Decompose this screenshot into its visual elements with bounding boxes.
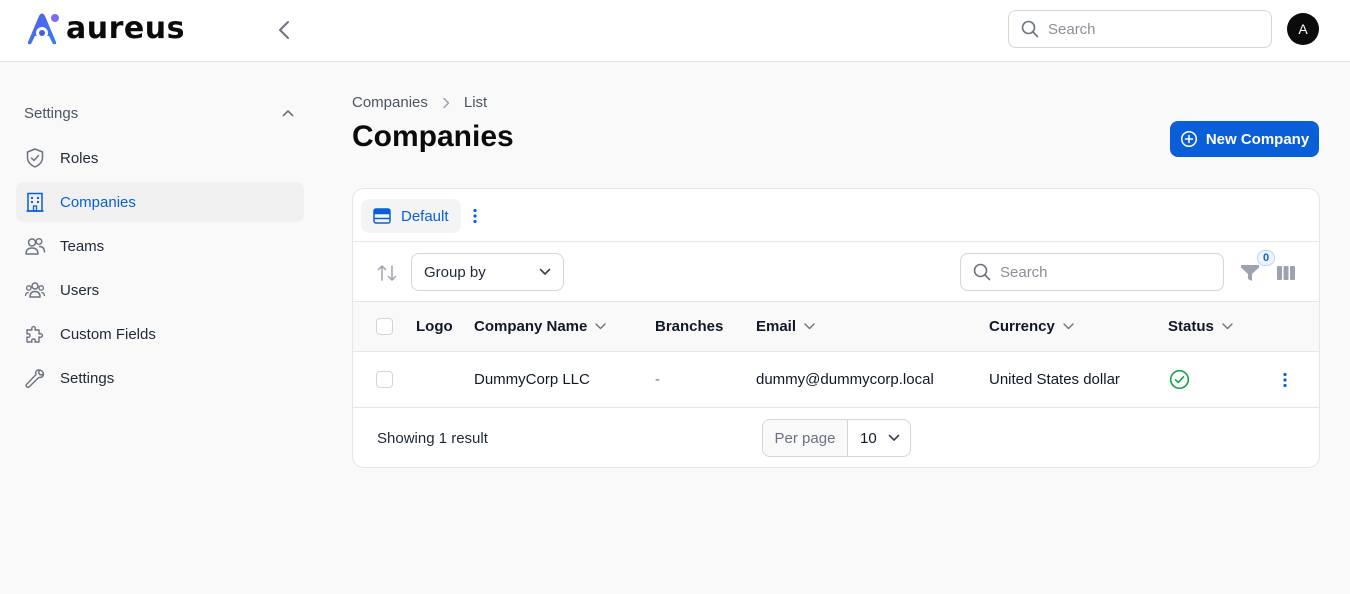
wrench-icon [24,367,46,389]
search-icon [1021,20,1039,38]
status-cell [1169,352,1190,407]
tab-default-label: Default [401,207,449,225]
filter-icon[interactable] [1239,262,1261,284]
chevron-right-icon [442,97,450,109]
row-actions-cell [1275,352,1295,407]
per-page-control: Per page 10 [762,419,911,457]
check-circle-icon [1169,369,1190,390]
row-select-cell [376,352,393,407]
companies-table-card: Default Group by 0 Logo Company Name [352,188,1320,468]
new-company-button[interactable]: New Company [1170,121,1319,157]
table-header: Logo Company Name Branches Email Currenc… [353,302,1319,352]
column-header-email[interactable]: Email [756,302,815,351]
filter-count-badge: 0 [1257,250,1275,266]
user-group-icon [24,279,46,301]
shield-check-icon [24,147,46,169]
table-view-icon [373,208,391,224]
chevron-down-icon [1063,323,1074,330]
column-header-currency[interactable]: Currency [989,302,1074,351]
app-logo[interactable]: aureus [24,12,185,46]
sort-arrows-icon[interactable] [375,261,399,285]
app-name: aureus [66,11,185,46]
column-header-status[interactable]: Status [1168,302,1233,351]
sidebar-item-label: Settings [60,369,115,387]
group-by-select[interactable]: Group by [411,253,564,291]
dots-vertical-icon [1283,372,1287,387]
building-icon [24,191,46,213]
sidebar-item-label: Roles [60,149,99,167]
table-row[interactable]: DummyCorp LLC - dummy@dummycorp.local Un… [353,352,1319,408]
view-tabs: Default [353,189,1319,242]
global-search-input[interactable] [1048,20,1248,38]
user-avatar[interactable]: A [1287,13,1319,45]
aureus-logo-icon [27,13,59,45]
sidebar-item-custom-fields[interactable]: Custom Fields [16,314,304,354]
sidebar-group-label: Settings [24,104,79,122]
breadcrumb: Companies List [352,94,487,111]
row-actions-button[interactable] [1275,368,1295,392]
dots-vertical-icon [473,208,477,224]
new-company-label: New Company [1205,130,1310,148]
chevron-down-icon [804,323,815,330]
chevron-down-icon [539,268,551,275]
column-header-branches: Branches [655,318,724,335]
results-count: Showing 1 result [377,429,488,447]
table-toolbar: Group by 0 [353,242,1319,302]
branches-cell: - [655,371,660,388]
chevron-down-icon [1222,323,1233,330]
sidebar-item-label: Custom Fields [60,325,156,343]
columns-icon[interactable] [1275,262,1297,284]
puzzle-icon [24,323,46,345]
chevron-down-icon [888,434,900,441]
sidebar-item-roles[interactable]: Roles [16,138,304,178]
per-page-label: Per page [763,420,848,456]
plus-circle-icon [1180,130,1198,148]
sidebar-item-label: Teams [60,237,105,255]
breadcrumb-current: List [463,94,488,111]
column-header-company-name[interactable]: Company Name [474,302,607,351]
table-search-input[interactable] [1000,263,1200,281]
collapse-sidebar-button[interactable] [272,16,296,44]
chevron-up-icon [282,110,294,117]
view-options-button[interactable] [465,205,485,227]
global-search-field[interactable] [1008,10,1272,48]
sidebar: Settings Roles Companies Teams Users Cus… [16,92,304,398]
chevron-down-icon [595,323,607,330]
per-page-value: 10 [860,429,877,447]
sidebar-item-label: Users [60,281,100,299]
sidebar-item-users[interactable]: Users [16,270,304,310]
table-footer: Showing 1 result Per page 10 [353,408,1319,467]
email-cell: dummy@dummycorp.local [756,371,934,388]
chevron-left-icon [279,21,289,39]
row-checkbox[interactable] [376,371,393,388]
tab-default[interactable]: Default [361,199,461,233]
breadcrumb-link-companies[interactable]: Companies [352,94,428,111]
sidebar-item-settings[interactable]: Settings [16,358,304,398]
users-icon [24,235,46,257]
search-icon [973,263,991,281]
company-name-cell[interactable]: DummyCorp LLC [474,352,590,407]
sidebar-group-settings[interactable]: Settings [16,92,304,134]
per-page-select[interactable]: 10 [848,420,910,456]
column-header-logo: Logo [416,318,453,335]
sidebar-item-teams[interactable]: Teams [16,226,304,266]
sidebar-item-companies[interactable]: Companies [16,182,304,222]
sidebar-item-label: Companies [60,193,136,211]
select-all-checkbox[interactable] [376,318,393,335]
currency-cell: United States dollar [989,371,1120,388]
group-by-label: Group by [424,263,486,281]
select-all-cell [376,302,393,351]
top-bar: aureus A [0,0,1350,62]
table-search-field[interactable] [960,253,1224,291]
page-title: Companies [352,120,514,153]
